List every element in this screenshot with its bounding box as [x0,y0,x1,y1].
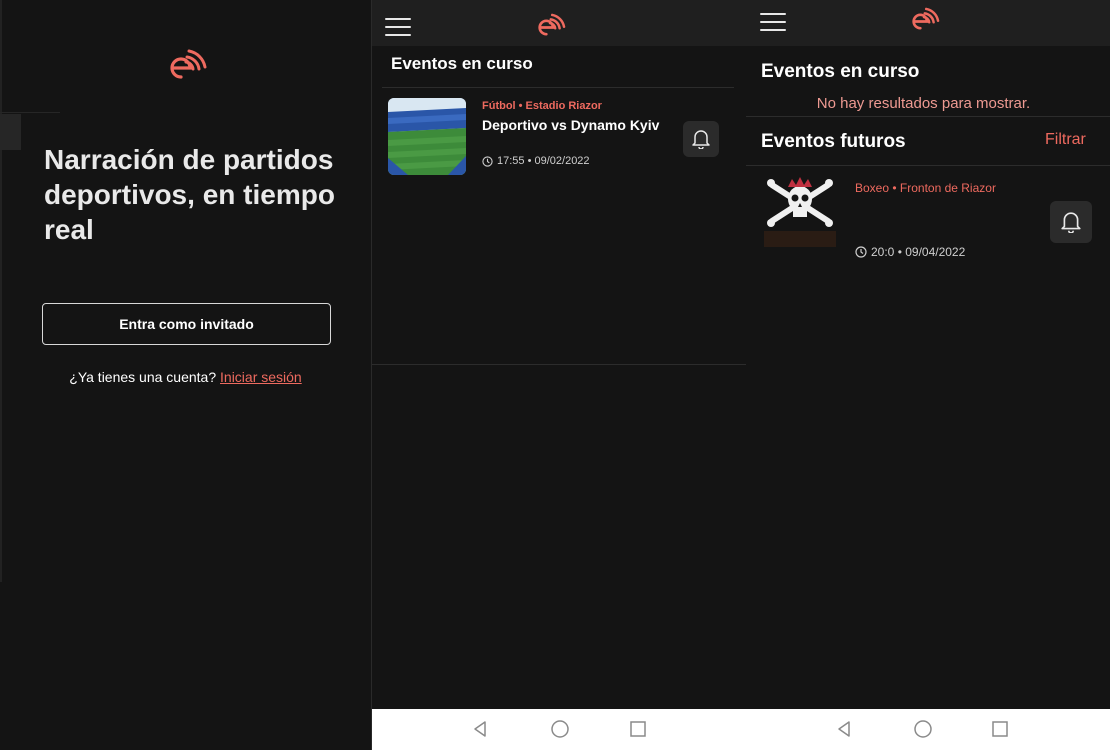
clock-icon [482,155,493,167]
live-events-screen: Eventos en curso Fútbol • Estadio Riazor… [371,0,746,750]
home-icon[interactable] [913,719,933,739]
back-icon[interactable] [835,719,853,739]
event-time: 20:0 • 09/04/2022 [855,245,965,259]
divider [746,165,1110,166]
stadium-thumbnail[interactable] [388,98,466,175]
section-title-live: Eventos en curso [391,54,533,73]
brand-logo-icon [907,6,941,37]
brand-logo-icon [163,47,209,89]
edge-tab [0,114,21,150]
edge-divider [0,0,2,582]
event-time-text: 17:55 • 09/02/2022 [497,155,590,167]
account-prompt: ¿Ya tienes una cuenta? Iniciar sesión [0,369,371,385]
system-nav-bar [746,709,1110,750]
login-screen: Narración de partidos deportivos, en tie… [0,0,371,750]
event-category: Fútbol • Estadio Riazor [482,100,602,112]
divider [382,87,734,88]
hamburger-icon[interactable] [760,13,786,31]
brand-logo-icon [533,12,567,43]
top-bar [746,0,1110,46]
section-title-live: Eventos en curso [761,61,920,82]
event-title[interactable]: Deportivo vs Dynamo Kyiv [482,117,659,133]
bell-icon [692,130,710,149]
notify-button[interactable] [683,121,719,157]
event-time: 17:55 • 09/02/2022 [482,155,590,167]
recents-icon[interactable] [629,719,647,739]
login-link[interactable]: Iniciar sesión [220,369,302,385]
home-icon[interactable] [550,719,570,739]
event-time-text: 20:0 • 09/04/2022 [871,245,966,259]
notify-button[interactable] [1050,201,1092,243]
skull-crossbones-thumbnail[interactable] [758,175,842,255]
hamburger-icon[interactable] [385,18,411,36]
account-prompt-text: ¿Ya tienes una cuenta? [69,369,217,385]
filter-link[interactable]: Filtrar [1045,131,1086,149]
back-icon[interactable] [471,719,489,739]
edge-divider [0,112,60,113]
recents-icon[interactable] [991,719,1009,739]
events-screen: Eventos en curso No hay resultados para … [746,0,1110,750]
clock-icon [855,246,867,258]
section-title-future: Eventos futuros [761,131,906,152]
bell-icon [1061,212,1081,233]
no-results-message: No hay resultados para mostrar. [816,95,1031,112]
guest-login-button[interactable]: Entra como invitado [42,303,331,345]
divider [372,364,746,365]
hero-headline: Narración de partidos deportivos, en tie… [44,144,335,245]
system-nav-bar [372,709,746,750]
divider [746,116,1110,117]
top-bar [372,0,746,46]
event-category: Boxeo • Fronton de Riazor [855,181,996,195]
